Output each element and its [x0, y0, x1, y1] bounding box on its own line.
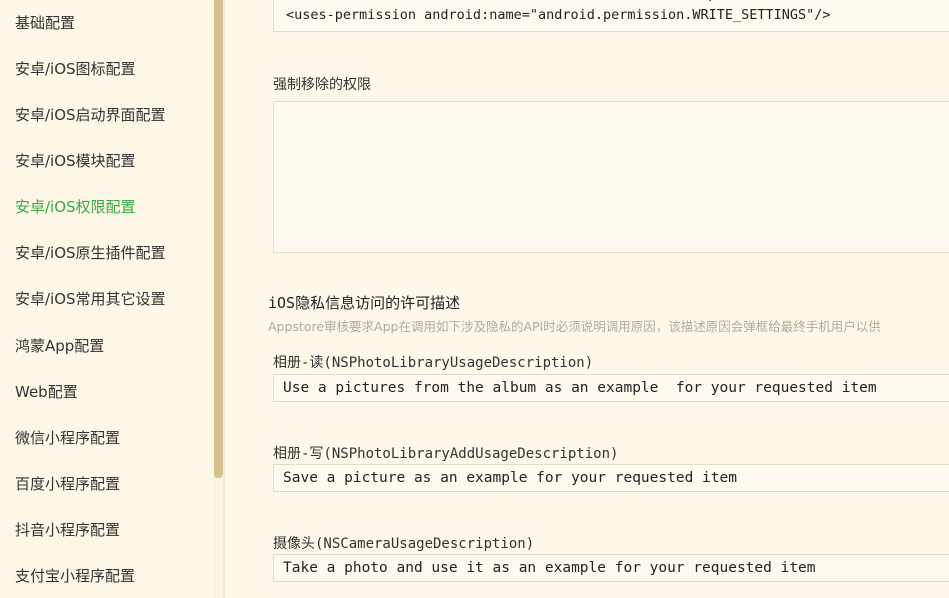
main-content: <uses-feature android:name="android.hard… [225, 0, 949, 598]
sidebar-item-web-config[interactable]: Web配置 [15, 380, 78, 404]
sidebar-item-native-plugin-config[interactable]: 安卓/iOS原生插件配置 [15, 241, 166, 265]
sidebar-item-alipay-mp-config[interactable]: 支付宝小程序配置 [15, 564, 135, 588]
removed-permissions-textarea[interactable] [273, 101, 949, 253]
sidebar-item-baidu-mp-config[interactable]: 百度小程序配置 [15, 472, 120, 496]
sidebar-item-module-config[interactable]: 安卓/iOS模块配置 [15, 149, 136, 173]
photo-write-input[interactable]: Save a picture as an example for your re… [273, 464, 949, 492]
sidebar-item-other-settings[interactable]: 安卓/iOS常用其它设置 [15, 287, 166, 311]
photo-write-label: 相册-写(NSPhotoLibraryAddUsageDescription) [273, 446, 619, 462]
sidebar-item-basic-config[interactable]: 基础配置 [15, 11, 75, 35]
permission-code-textarea[interactable]: <uses-feature android:name="android.hard… [273, 0, 949, 32]
camera-label: 摄像头(NSCameraUsageDescription) [273, 536, 535, 552]
sidebar-scrollbar-thumb[interactable] [214, 0, 223, 478]
sidebar-item-douyin-mp-config[interactable]: 抖音小程序配置 [15, 518, 120, 542]
ios-privacy-description: Appstore审核要求App在调用如下涉及隐私的API时必须说明调用原因，该描… [268, 319, 881, 334]
sidebar-item-harmony-config[interactable]: 鸿蒙App配置 [15, 334, 104, 358]
removed-permissions-label: 强制移除的权限 [273, 77, 371, 93]
sidebar-item-wechat-mp-config[interactable]: 微信小程序配置 [15, 426, 120, 450]
photo-read-label: 相册-读(NSPhotoLibraryUsageDescription) [273, 355, 594, 371]
photo-read-input[interactable]: Use a pictures from the album as an exam… [273, 374, 949, 402]
sidebar-item-icon-config[interactable]: 安卓/iOS图标配置 [15, 57, 136, 81]
sidebar-item-permission-config[interactable]: 安卓/iOS权限配置 [15, 195, 136, 219]
sidebar-item-splash-config[interactable]: 安卓/iOS启动界面配置 [15, 103, 166, 127]
ios-privacy-title: iOS隐私信息访问的许可描述 [268, 294, 461, 312]
camera-input[interactable]: Take a photo and use it as an example fo… [273, 554, 949, 582]
sidebar: 基础配置 安卓/iOS图标配置 安卓/iOS启动界面配置 安卓/iOS模块配置 … [0, 0, 214, 598]
